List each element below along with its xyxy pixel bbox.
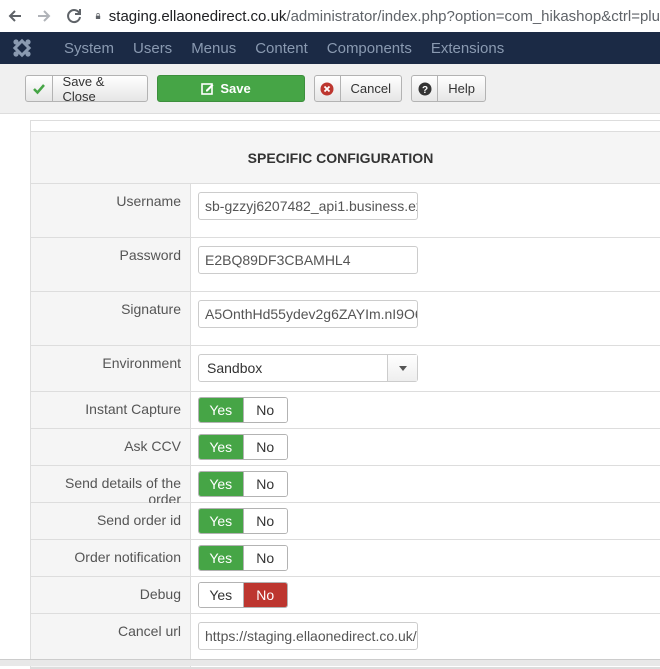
- row-order-notification: Order notification Yes No: [31, 540, 660, 577]
- menu-content[interactable]: Content: [255, 40, 308, 57]
- save-close-button[interactable]: Save & Close: [25, 74, 148, 104]
- order-notification-no[interactable]: No: [242, 546, 287, 570]
- send-details-toggle: Yes No: [198, 471, 288, 497]
- url-path: /administrator/index.php?option=com_hika…: [286, 7, 660, 25]
- url-host: staging.ellaonedirect.co.uk: [108, 7, 287, 25]
- specific-configuration-panel: SPECIFIC CONFIGURATION Username sb-gzzyj…: [30, 120, 660, 669]
- environment-label: Environment: [31, 346, 191, 391]
- browser-bar: staging.ellaonedirect.co.uk/administrato…: [0, 0, 660, 32]
- environment-value: Sandbox: [207, 360, 263, 376]
- row-signature: Signature A5OnthHd55ydev2g6ZAYIm.nI9O6A: [31, 292, 660, 346]
- debug-label: Debug: [31, 577, 191, 613]
- lock-icon: [95, 13, 100, 20]
- password-field[interactable]: E2BQ89DF3CBAMHL4: [198, 246, 418, 274]
- ask-ccv-no[interactable]: No: [242, 435, 287, 459]
- ask-ccv-label: Ask CCV: [31, 429, 191, 465]
- cancel-icon: [315, 76, 341, 101]
- row-send-details: Send details of the order Yes No: [31, 466, 660, 507]
- ask-ccv-toggle: Yes No: [198, 434, 288, 460]
- cancel-url-field[interactable]: https://staging.ellaonedirect.co.uk/: [198, 622, 418, 650]
- username-field[interactable]: sb-gzzyj6207482_api1.business.exa: [198, 192, 418, 220]
- horizontal-scrollbar[interactable]: [0, 659, 660, 666]
- menu-components[interactable]: Components: [327, 40, 412, 57]
- menu-extensions[interactable]: Extensions: [431, 40, 504, 57]
- username-label: Username: [31, 184, 191, 237]
- row-username: Username sb-gzzyj6207482_api1.business.e…: [31, 184, 660, 238]
- edit-icon: [201, 83, 214, 95]
- signature-field[interactable]: A5OnthHd55ydev2g6ZAYIm.nI9O6A: [198, 300, 418, 328]
- forward-button[interactable]: [30, 1, 60, 31]
- main-content: SPECIFIC CONFIGURATION Username sb-gzzyj…: [0, 115, 660, 669]
- instant-capture-label: Instant Capture: [31, 392, 191, 428]
- help-button[interactable]: ? Help: [411, 75, 486, 102]
- reload-icon: [67, 9, 81, 24]
- back-button[interactable]: [0, 1, 30, 31]
- send-details-label: Send details of the order: [31, 466, 191, 507]
- row-debug: Debug Yes No: [31, 577, 660, 614]
- debug-yes[interactable]: Yes: [199, 583, 243, 607]
- send-order-id-toggle: Yes No: [198, 508, 288, 534]
- instant-capture-yes[interactable]: Yes: [199, 398, 243, 422]
- order-notification-toggle: Yes No: [198, 545, 288, 571]
- send-order-id-yes[interactable]: Yes: [199, 509, 243, 533]
- check-icon: [26, 76, 53, 101]
- order-notification-label: Order notification: [31, 540, 191, 576]
- order-notification-yes[interactable]: Yes: [199, 546, 243, 570]
- admin-menu-bar: System Users Menus Content Components Ex…: [0, 32, 660, 64]
- joomla-logo-icon[interactable]: [0, 32, 44, 64]
- password-label: Password: [31, 238, 191, 291]
- address-bar[interactable]: staging.ellaonedirect.co.uk/administrato…: [95, 8, 660, 25]
- debug-toggle: Yes No: [198, 582, 288, 608]
- row-instant-capture: Instant Capture Yes No: [31, 392, 660, 429]
- arrow-right-icon: [38, 10, 51, 22]
- row-ask-ccv: Ask CCV Yes No: [31, 429, 660, 466]
- toolbar: Save & Close Save Cancel ? Help: [0, 64, 660, 114]
- arrow-left-icon: [8, 10, 21, 22]
- send-details-yes[interactable]: Yes: [199, 472, 243, 496]
- send-order-id-no[interactable]: No: [242, 509, 287, 533]
- menu-users[interactable]: Users: [133, 40, 172, 57]
- row-send-order-id: Send order id Yes No: [31, 503, 660, 540]
- cancel-button[interactable]: Cancel: [314, 75, 402, 102]
- menu-menus[interactable]: Menus: [191, 40, 236, 57]
- instant-capture-no[interactable]: No: [242, 398, 287, 422]
- chevron-down-icon: [387, 355, 417, 381]
- environment-select[interactable]: Sandbox: [198, 354, 418, 382]
- instant-capture-toggle: Yes No: [198, 397, 288, 423]
- row-password: Password E2BQ89DF3CBAMHL4: [31, 238, 660, 292]
- svg-text:?: ?: [422, 85, 428, 96]
- signature-label: Signature: [31, 292, 191, 345]
- send-details-no[interactable]: No: [242, 472, 287, 496]
- row-environment: Environment Sandbox: [31, 346, 660, 392]
- panel-title: SPECIFIC CONFIGURATION: [31, 132, 660, 184]
- ask-ccv-yes[interactable]: Yes: [199, 435, 243, 459]
- menu-system[interactable]: System: [64, 40, 114, 57]
- help-icon: ?: [412, 76, 439, 101]
- debug-no[interactable]: No: [242, 583, 287, 607]
- reload-button[interactable]: [59, 1, 89, 31]
- send-order-id-label: Send order id: [31, 503, 191, 539]
- save-button[interactable]: Save: [157, 75, 305, 102]
